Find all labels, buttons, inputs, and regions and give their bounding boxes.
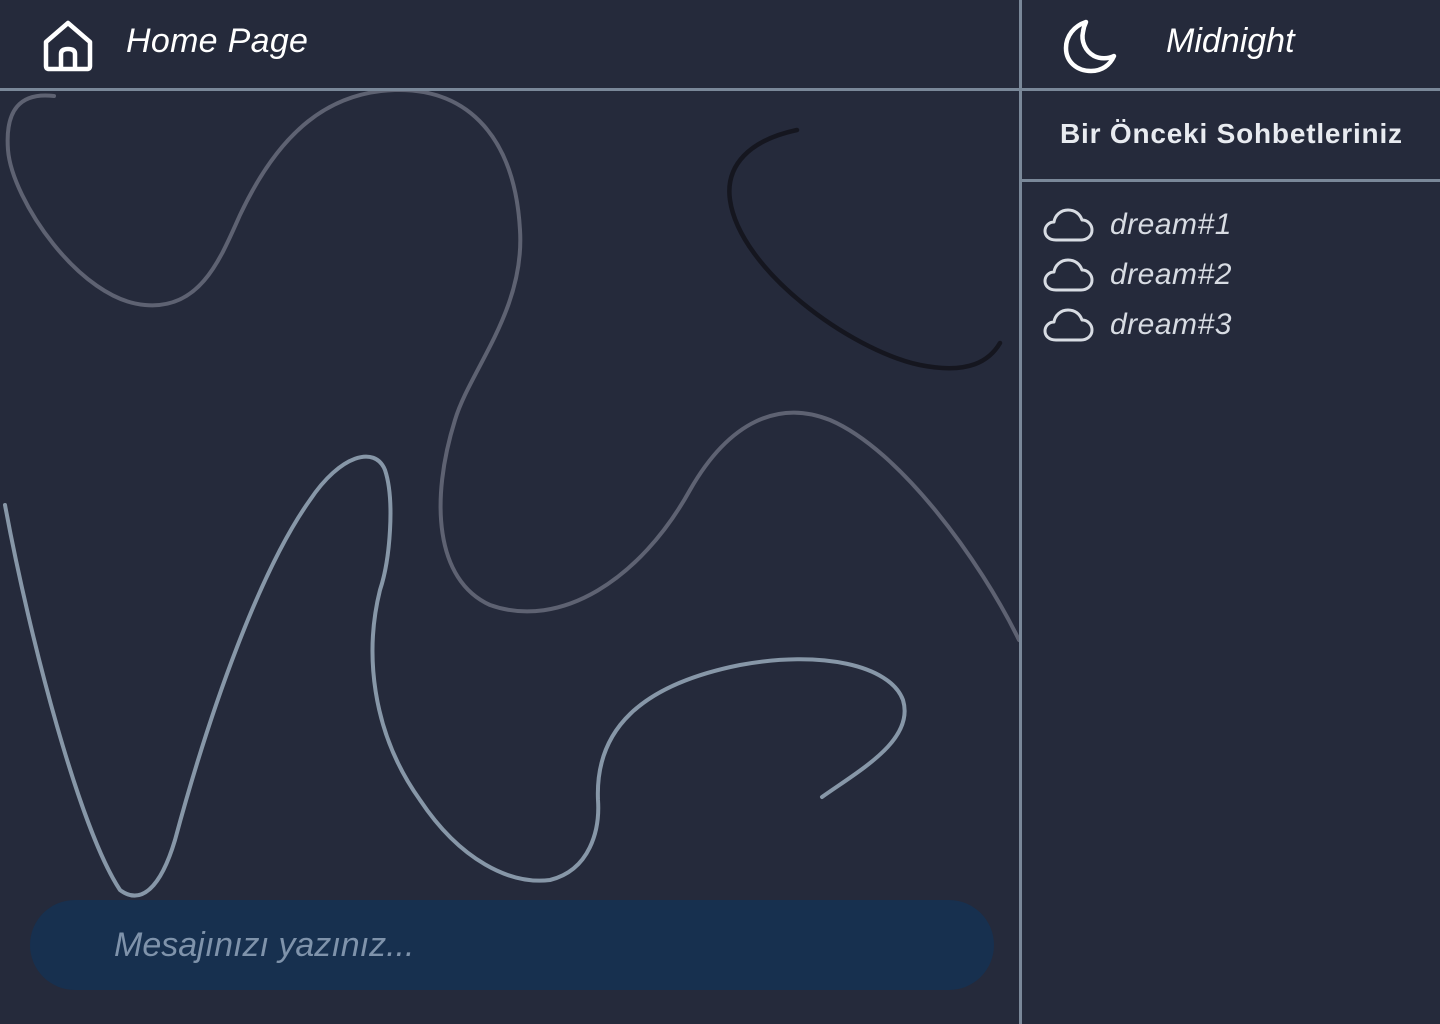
history-item-dream-3[interactable]: dream#3 <box>1022 300 1440 350</box>
sidebar-top-bar: Midnight <box>1022 0 1440 91</box>
page-title[interactable]: Home Page <box>126 22 308 61</box>
cloud-icon <box>1043 258 1094 292</box>
cloud-icon <box>1043 208 1094 242</box>
main-panel: Home Page <box>0 0 1019 1024</box>
history-item-label: dream#2 <box>1110 258 1232 291</box>
decorative-background <box>0 91 1019 1024</box>
cloud-icon <box>1043 308 1094 342</box>
message-composer <box>30 900 994 990</box>
wavy-lines-graphic <box>3 91 1019 898</box>
theme-toggle-button[interactable] <box>1060 16 1120 76</box>
moon-icon <box>1063 19 1117 74</box>
top-bar: Home Page <box>0 0 1019 91</box>
sidebar: Midnight Bir Önceki Sohbetleriniz dream#… <box>1022 0 1440 1024</box>
history-item-dream-1[interactable]: dream#1 <box>1022 200 1440 250</box>
chat-history-list: dream#1 dream#2 dream#3 <box>1022 200 1440 350</box>
home-button[interactable] <box>40 18 96 74</box>
history-item-dream-2[interactable]: dream#2 <box>1022 250 1440 300</box>
home-icon <box>43 20 93 72</box>
theme-label: Midnight <box>1166 22 1295 60</box>
app-window: Home Page Midnight <box>0 0 1440 1024</box>
history-section-header: Bir Önceki Sohbetleriniz <box>1022 91 1440 182</box>
message-input[interactable] <box>112 914 976 976</box>
history-item-label: dream#3 <box>1110 308 1232 341</box>
history-item-label: dream#1 <box>1110 208 1232 241</box>
history-title: Bir Önceki Sohbetleriniz <box>1060 118 1403 149</box>
